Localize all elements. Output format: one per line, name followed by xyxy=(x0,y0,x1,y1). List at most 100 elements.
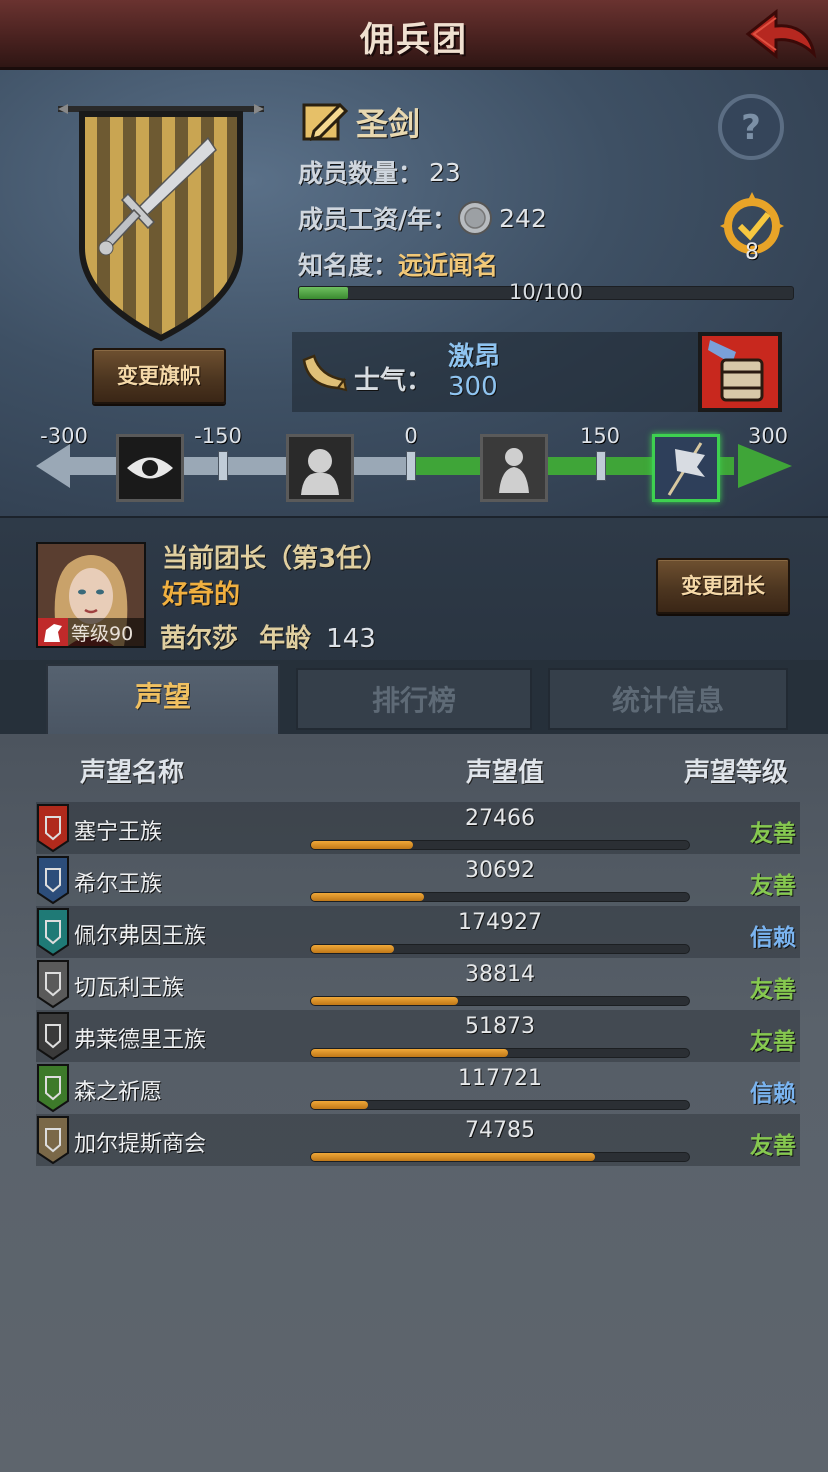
reputation-progress-fill xyxy=(311,841,414,849)
leader-level-badge: 等级90 xyxy=(38,618,144,646)
morale-state: 激昂 xyxy=(448,342,501,372)
leader-trait: 好奇的 xyxy=(162,580,241,610)
faction-crest-icon xyxy=(37,804,69,853)
members-row: 成员数量： 23 xyxy=(298,154,461,190)
change-leader-button[interactable]: 变更团长 xyxy=(656,558,790,614)
reputation-progress-fill xyxy=(311,945,395,953)
morale-icon-despair[interactable] xyxy=(116,434,184,502)
reputation-progress-bar xyxy=(310,1152,690,1162)
reputation-level: 友善 xyxy=(750,977,796,1003)
reputation-value: 27466 xyxy=(465,806,535,831)
reputation-value: 117721 xyxy=(458,1066,542,1091)
scale-label-neg: -150 xyxy=(194,424,242,448)
scale-tick xyxy=(406,451,416,481)
faction-crest-icon xyxy=(37,1064,69,1113)
reputation-progress-fill xyxy=(311,997,459,1005)
top-bar: 佣兵团 xyxy=(0,0,828,70)
help-icon[interactable]: ? xyxy=(716,92,786,162)
reputation-value: 174927 xyxy=(458,910,542,935)
tab-ranking[interactable]: 排行榜 xyxy=(296,668,532,730)
column-header-value: 声望值 xyxy=(466,758,545,788)
morale-icon-fear[interactable] xyxy=(286,434,354,502)
morale-value: 300 xyxy=(448,372,498,402)
reputation-progress-bar xyxy=(310,1100,690,1110)
change-flag-button[interactable]: 变更旗帜 xyxy=(92,348,226,404)
drum-icon[interactable] xyxy=(696,330,784,414)
war-banner-icon xyxy=(655,437,717,499)
guild-header: 变更旗帜 圣剑 成员数量： 23 成员工资/年： 242 知名度： 远近闻名 1… xyxy=(0,70,828,516)
page-title: 佣兵团 xyxy=(360,20,468,60)
reputation-row[interactable]: 弗莱德里王族 51873 友善 xyxy=(36,1010,800,1062)
reputation-level: 友善 xyxy=(750,1133,796,1159)
leader-level: 等级90 xyxy=(71,622,134,645)
reputation-row[interactable]: 加尔提斯商会 74785 友善 xyxy=(36,1114,800,1166)
faction-name: 森之祈愿 xyxy=(74,1080,163,1105)
guild-name: 圣剑 xyxy=(356,105,421,143)
reputation-value: 74785 xyxy=(465,1118,535,1143)
reputation-progress-bar xyxy=(310,892,690,902)
reputation-progress-bar xyxy=(310,1048,690,1058)
scale-right-arrow xyxy=(738,444,792,488)
reputation-level: 信赖 xyxy=(750,1081,796,1107)
reputation-row[interactable]: 希尔王族 30692 友善 xyxy=(36,854,800,906)
reputation-value: 30692 xyxy=(465,858,535,883)
leader-name-row: 茜尔莎 年龄 143 xyxy=(160,618,376,655)
reputation-level: 信赖 xyxy=(750,925,796,951)
morale-label: 士气： xyxy=(354,366,433,396)
fame-label: 知名度： xyxy=(298,251,399,280)
reputation-value: 38814 xyxy=(465,962,535,987)
eye-icon xyxy=(119,437,181,499)
faction-name: 切瓦利王族 xyxy=(74,976,185,1001)
guild-banner xyxy=(58,104,264,342)
faction-crest-icon xyxy=(37,1012,69,1061)
rank-value: 8 xyxy=(745,240,759,265)
reputation-progress-bar xyxy=(310,840,690,850)
faction-crest-icon xyxy=(37,908,69,957)
reputation-progress-fill xyxy=(311,1153,595,1161)
reputation-row[interactable]: 森之祈愿 117721 信赖 xyxy=(36,1062,800,1114)
reputation-row[interactable]: 塞宁王族 27466 友善 xyxy=(36,802,800,854)
tab-reputation[interactable]: 声望 xyxy=(46,664,280,736)
edit-name-icon[interactable] xyxy=(302,101,348,143)
faction-name: 希尔王族 xyxy=(74,872,163,897)
faction-name: 塞宁王族 xyxy=(74,820,163,845)
reputation-row[interactable]: 切瓦利王族 38814 友善 xyxy=(36,958,800,1010)
scale-left-arrow xyxy=(36,444,70,488)
guild-name-row: 圣剑 xyxy=(302,100,420,144)
reputation-row[interactable]: 佩尔弗因王族 174927 信赖 xyxy=(36,906,800,958)
leader-age-value: 143 xyxy=(326,624,376,654)
reputation-level: 友善 xyxy=(750,821,796,847)
faction-crest-icon xyxy=(37,856,69,905)
reputation-progress-bar xyxy=(310,944,690,954)
back-arrow-icon[interactable] xyxy=(744,4,820,64)
fame-progress-text: 10/100 xyxy=(509,280,583,304)
reputation-progress-fill xyxy=(311,893,425,901)
column-header-level: 声望等级 xyxy=(684,758,789,788)
silver-coin-icon xyxy=(458,201,493,235)
morale-icon-calm[interactable] xyxy=(480,434,548,502)
faction-name: 佩尔弗因王族 xyxy=(74,924,207,949)
column-header-name: 声望名称 xyxy=(80,758,185,788)
members-label: 成员数量： xyxy=(298,159,424,188)
reputation-level: 友善 xyxy=(750,1029,796,1055)
members-value: 23 xyxy=(429,157,461,187)
tab-statistics[interactable]: 统计信息 xyxy=(548,668,788,730)
faction-crest-icon xyxy=(37,960,69,1009)
wage-row: 成员工资/年： 242 xyxy=(298,200,547,236)
horn-icon xyxy=(302,354,348,392)
scale-label-pos: 150 xyxy=(579,424,621,448)
reputation-value: 51873 xyxy=(465,1014,535,1039)
wage-label: 成员工资/年： xyxy=(298,205,458,234)
leader-title: 当前团长（第3任） xyxy=(162,544,389,574)
faction-crest-icon xyxy=(37,1116,69,1165)
morale-icon-rousing[interactable] xyxy=(652,434,720,502)
fame-row: 知名度： 远近闻名 xyxy=(298,246,498,282)
fame-title: 远近闻名 xyxy=(398,251,499,280)
horse-icon xyxy=(38,618,68,646)
faction-name: 加尔提斯商会 xyxy=(74,1132,207,1157)
reputation-level: 友善 xyxy=(750,873,796,899)
scale-tick xyxy=(596,451,606,481)
reputation-progress-fill xyxy=(311,1101,368,1109)
leader-name: 茜尔莎 xyxy=(160,624,239,654)
faction-name: 弗莱德里王族 xyxy=(74,1028,207,1053)
